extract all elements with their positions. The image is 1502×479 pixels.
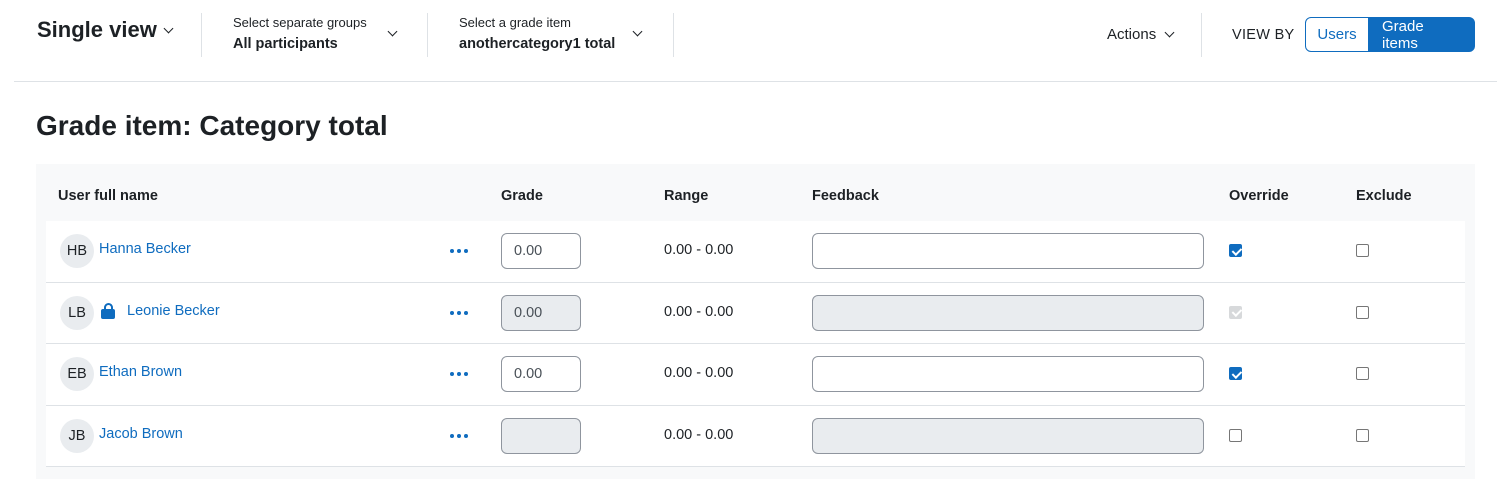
exclude-checkbox[interactable] (1356, 367, 1369, 380)
grade-input[interactable] (501, 417, 581, 454)
grade-range: 0.00 - 0.00 (664, 303, 734, 320)
avatar: EB (60, 357, 94, 391)
groups-dropdown[interactable]: Select separate groups All participants (233, 15, 423, 52)
grade-input[interactable] (501, 356, 581, 392)
grades-table: User full name Grade Range Feedback Over… (36, 164, 1475, 479)
grade-range: 0.00 - 0.00 (664, 365, 734, 381)
user-name-link[interactable]: Jacob Brown (99, 426, 183, 442)
table-body: HB Hanna Becker 0.00 - 0.00 LB Leonie Becker… (46, 221, 1465, 467)
override-checkbox[interactable] (1229, 367, 1242, 380)
chevron-down-icon (163, 23, 174, 33)
view-by-grade-items-button[interactable]: Grade items (1369, 17, 1475, 52)
grade-report-navigation: Single view Select separate groups All p… (14, 0, 1497, 82)
user-name-link[interactable]: Hanna Becker (99, 241, 191, 257)
nav-divider (1201, 13, 1202, 57)
exclude-checkbox[interactable] (1356, 428, 1369, 442)
feedback-input[interactable] (812, 294, 1204, 331)
nav-divider (427, 13, 428, 57)
feedback-input[interactable] (812, 356, 1204, 392)
view-selector-label: Single view (37, 17, 157, 42)
actions-dropdown[interactable]: Actions (1107, 26, 1175, 43)
override-checkbox[interactable] (1229, 428, 1242, 442)
groups-dropdown-value: All participants (233, 36, 338, 52)
avatar: JB (60, 418, 94, 453)
user-name-link[interactable]: Leonie Becker (127, 303, 220, 319)
view-selector-dropdown[interactable]: Single view (37, 17, 174, 43)
avatar: HB (60, 234, 94, 268)
exclude-checkbox[interactable] (1356, 305, 1369, 319)
exclude-checkbox[interactable] (1356, 244, 1369, 257)
more-actions-icon[interactable] (450, 364, 468, 384)
nav-divider (673, 13, 674, 57)
table-row: EB Ethan Brown 0.00 - 0.00 (46, 344, 1465, 406)
grade-item-dropdown-title: Select a grade item (459, 15, 572, 30)
more-actions-icon[interactable] (450, 303, 468, 323)
column-header-feedback: Feedback (812, 188, 879, 204)
override-checkbox[interactable] (1229, 305, 1242, 319)
view-by-toggle: Users Grade items (1305, 17, 1475, 52)
feedback-input[interactable] (812, 417, 1204, 454)
grade-range: 0.00 - 0.00 (664, 242, 734, 258)
grade-item-dropdown-value: anothercategory1 total (459, 36, 616, 52)
more-actions-icon[interactable] (450, 241, 468, 261)
table-row: HB Hanna Becker 0.00 - 0.00 (46, 221, 1465, 283)
override-checkbox[interactable] (1229, 244, 1242, 257)
column-header-override: Override (1229, 188, 1289, 204)
table-row: JB Jacob Brown 0.00 - 0.00 (46, 405, 1465, 467)
nav-divider (201, 13, 202, 57)
column-header-user-full-name: User full name (58, 188, 158, 204)
grade-input[interactable] (501, 294, 581, 331)
view-by-label: VIEW BY (1232, 27, 1295, 43)
more-actions-icon[interactable] (450, 426, 468, 446)
user-name-link[interactable]: Ethan Brown (99, 364, 182, 380)
lock-icon (101, 302, 115, 320)
grade-item-dropdown[interactable]: Select a grade item anothercategory1 tot… (459, 15, 659, 52)
column-header-grade: Grade (501, 188, 543, 204)
avatar: LB (60, 295, 94, 330)
page-title: Grade item: Category total (36, 110, 388, 141)
grade-range: 0.00 - 0.00 (664, 426, 734, 443)
actions-label: Actions (1107, 26, 1157, 43)
feedback-input[interactable] (812, 233, 1204, 269)
column-header-exclude: Exclude (1356, 188, 1412, 204)
column-header-range: Range (664, 188, 709, 204)
chevron-down-icon (1164, 27, 1175, 38)
table-header: User full name Grade Range Feedback Over… (46, 164, 1465, 221)
view-by-users-button[interactable]: Users (1305, 17, 1369, 52)
table-row: LB Leonie Becker 0.00 - 0.00 (46, 282, 1465, 344)
grade-input[interactable] (501, 233, 581, 269)
